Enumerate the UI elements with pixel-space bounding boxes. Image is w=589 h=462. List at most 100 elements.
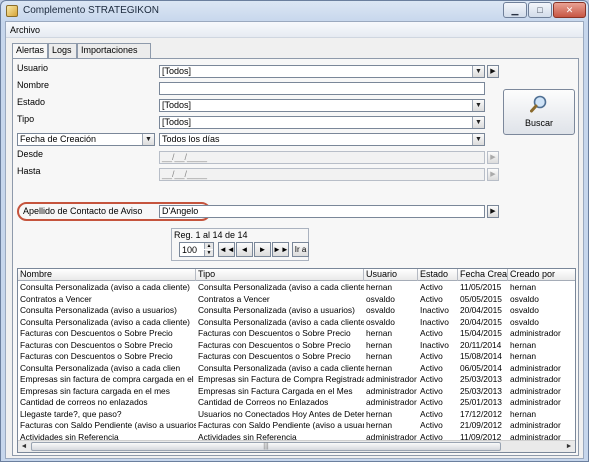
stepper-up-icon[interactable]: ▲ bbox=[204, 243, 213, 249]
cell-tipo: Consulta Personalizada (aviso a cada cli… bbox=[198, 316, 364, 327]
cell-fecha: 05/05/2015 bbox=[460, 293, 502, 304]
tab-logs[interactable]: Logs bbox=[48, 43, 77, 58]
cell-usuario: osvaldo bbox=[366, 293, 395, 304]
maximize-button[interactable]: □ bbox=[528, 2, 552, 18]
table-row[interactable]: Facturas con Saldo Pendiente (aviso a us… bbox=[18, 420, 575, 431]
alertas-panel: Usuario [Todos] ▼ ▶ Nombre Estado [Todos… bbox=[12, 58, 579, 456]
estado-combo[interactable]: [Todos] ▼ bbox=[159, 99, 485, 112]
minimize-button[interactable]: ▁ bbox=[503, 2, 527, 18]
apellido-more-button[interactable]: ▶ bbox=[487, 205, 499, 218]
cell-estado: Activo bbox=[420, 328, 443, 338]
chevron-down-icon[interactable]: ▼ bbox=[142, 134, 154, 145]
tipo-combo[interactable]: [Todos] ▼ bbox=[159, 116, 485, 129]
window-title: Complemento STRATEGIKON bbox=[23, 5, 159, 16]
cell-estado: Activo bbox=[420, 374, 443, 384]
table-row[interactable]: Llegaste tarde?, que paso? Usuarios no Co… bbox=[18, 408, 575, 420]
title-bar[interactable]: Complemento STRATEGIKON ▁ □ ✕ bbox=[1, 1, 588, 21]
hasta-picker-button[interactable]: ▶ bbox=[487, 168, 499, 181]
table-row[interactable]: Facturas con Descuentos o Sobre Precio Fa… bbox=[18, 328, 575, 339]
cell-fecha: 15/04/2015 bbox=[460, 328, 502, 338]
cell-fecha: 20/11/2014 bbox=[460, 339, 502, 350]
scroll-left-icon[interactable]: ◄ bbox=[18, 441, 30, 452]
table-row[interactable]: Consulta Personalizada (aviso a cada cli… bbox=[18, 316, 575, 328]
cell-estado: Inactivo bbox=[420, 316, 449, 327]
page-size-value: 100 bbox=[182, 245, 198, 255]
usuario-label: Usuario bbox=[17, 63, 49, 73]
cell-tipo: Empresas sin Factura Cargada en el Mes bbox=[198, 385, 353, 396]
column-header-tipo[interactable]: Tipo bbox=[196, 269, 364, 281]
hasta-input[interactable]: __/__/____ bbox=[159, 168, 485, 181]
column-header-usuario[interactable]: Usuario bbox=[364, 269, 418, 281]
first-page-button[interactable]: ◄◄ bbox=[218, 242, 235, 257]
cell-usuario: osvaldo bbox=[366, 316, 395, 327]
table-row[interactable]: Cantidad de correos no enlazados Cantidad… bbox=[18, 397, 575, 408]
table-row[interactable]: Consulta Personalizada (aviso a usuarios… bbox=[18, 305, 575, 316]
column-header-fecha[interactable]: Fecha Creac bbox=[458, 269, 508, 281]
date-field-value: Fecha de Creación bbox=[20, 134, 97, 144]
cell-nombre: Empresas sin factura cargada en el mes bbox=[20, 385, 170, 396]
cell-nombre: Cantidad de correos no enlazados bbox=[20, 397, 148, 407]
cell-usuario: hernan bbox=[366, 339, 393, 350]
cell-creado-por: hernan bbox=[510, 282, 537, 292]
column-header-creado-por[interactable]: Creado por bbox=[508, 269, 575, 281]
cell-nombre: Facturas con Descuentos o Sobre Precio bbox=[20, 328, 173, 338]
cell-nombre: Empresas sin factura de compra cargada e… bbox=[20, 374, 196, 384]
alerts-table: Nombre Tipo Usuario Estado Fecha Creac C… bbox=[17, 268, 576, 453]
usuario-more-button[interactable]: ▶ bbox=[487, 65, 499, 78]
usuario-combo[interactable]: [Todos] ▼ bbox=[159, 65, 485, 78]
tab-alertas[interactable]: Alertas bbox=[12, 43, 48, 59]
buscar-button[interactable]: Buscar bbox=[503, 89, 575, 135]
table-row[interactable]: Facturas con Descuentos o Sobre Precio Fa… bbox=[18, 339, 575, 351]
table-row[interactable]: Empresas sin factura de compra cargada e… bbox=[18, 374, 575, 385]
date-field-combo[interactable]: Fecha de Creación ▼ bbox=[17, 133, 155, 146]
chevron-down-icon[interactable]: ▼ bbox=[472, 100, 484, 111]
cell-fecha: 25/01/2013 bbox=[460, 397, 502, 407]
usuario-value: [Todos] bbox=[162, 66, 192, 76]
go-to-button[interactable]: Ir a bbox=[292, 242, 309, 257]
cell-usuario: hernan bbox=[366, 282, 393, 292]
cell-tipo: Usuarios no Conectados Hoy Antes de Dete… bbox=[198, 408, 364, 419]
scroll-thumb[interactable]: ||| bbox=[31, 442, 501, 451]
chevron-down-icon[interactable]: ▼ bbox=[472, 66, 484, 77]
scroll-right-icon[interactable]: ► bbox=[563, 441, 575, 452]
table-row[interactable]: Contratos a Vencer Contratos a Vencer osva… bbox=[18, 293, 575, 305]
table-row[interactable]: Consulta Personalizada (aviso a cada cli… bbox=[18, 282, 575, 293]
last-page-button[interactable]: ►► bbox=[272, 242, 289, 257]
page-size-stepper[interactable]: 100 ▲ ▼ bbox=[179, 242, 214, 257]
stepper-down-icon[interactable]: ▼ bbox=[204, 250, 213, 256]
date-range-combo[interactable]: Todos los días ▼ bbox=[159, 133, 485, 146]
cell-creado-por: osvaldo bbox=[510, 305, 539, 315]
cell-fecha: 06/05/2014 bbox=[460, 362, 502, 373]
column-header-estado[interactable]: Estado bbox=[418, 269, 458, 281]
cell-creado-por: administrador bbox=[510, 374, 561, 384]
table-row[interactable]: Facturas con Descuentos o Sobre Precio Fa… bbox=[18, 351, 575, 362]
tipo-label: Tipo bbox=[17, 114, 35, 124]
date-range-value: Todos los días bbox=[162, 134, 220, 144]
app-icon bbox=[6, 5, 18, 17]
column-header-nombre[interactable]: Nombre bbox=[18, 269, 196, 281]
table-header: Nombre Tipo Usuario Estado Fecha Creac C… bbox=[18, 269, 575, 281]
desde-picker-button[interactable]: ▶ bbox=[487, 151, 499, 164]
menu-archivo[interactable]: Archivo bbox=[10, 25, 40, 35]
tipo-value: [Todos] bbox=[162, 117, 192, 127]
table-row[interactable]: Consulta Personalizada (aviso a cada cli… bbox=[18, 362, 575, 374]
tab-importaciones[interactable]: Importaciones bbox=[77, 43, 151, 58]
cell-creado-por: administrador bbox=[510, 397, 561, 407]
chevron-down-icon[interactable]: ▼ bbox=[472, 117, 484, 128]
chevron-down-icon[interactable]: ▼ bbox=[472, 134, 484, 145]
table-row[interactable]: Empresas sin factura cargada en el mes Em… bbox=[18, 385, 575, 397]
horizontal-scrollbar[interactable]: ◄ ||| ► bbox=[18, 440, 575, 452]
cell-estado: Activo bbox=[420, 408, 443, 419]
cell-nombre: Facturas con Descuentos o Sobre Precio bbox=[20, 339, 173, 350]
cell-usuario: hernan bbox=[366, 408, 393, 419]
apellido-input[interactable]: D'Angelo bbox=[159, 205, 485, 218]
app-window: Complemento STRATEGIKON ▁ □ ✕ Archivo Al… bbox=[0, 0, 589, 462]
cell-fecha: 20/04/2015 bbox=[460, 316, 502, 327]
nombre-input[interactable] bbox=[159, 82, 485, 95]
cell-estado: Activo bbox=[420, 351, 443, 361]
apellido-label: Apellido de Contacto de Aviso bbox=[23, 206, 143, 216]
prev-page-button[interactable]: ◄ bbox=[236, 242, 253, 257]
desde-input[interactable]: __/__/____ bbox=[159, 151, 485, 164]
next-page-button[interactable]: ► bbox=[254, 242, 271, 257]
close-button[interactable]: ✕ bbox=[553, 2, 586, 18]
